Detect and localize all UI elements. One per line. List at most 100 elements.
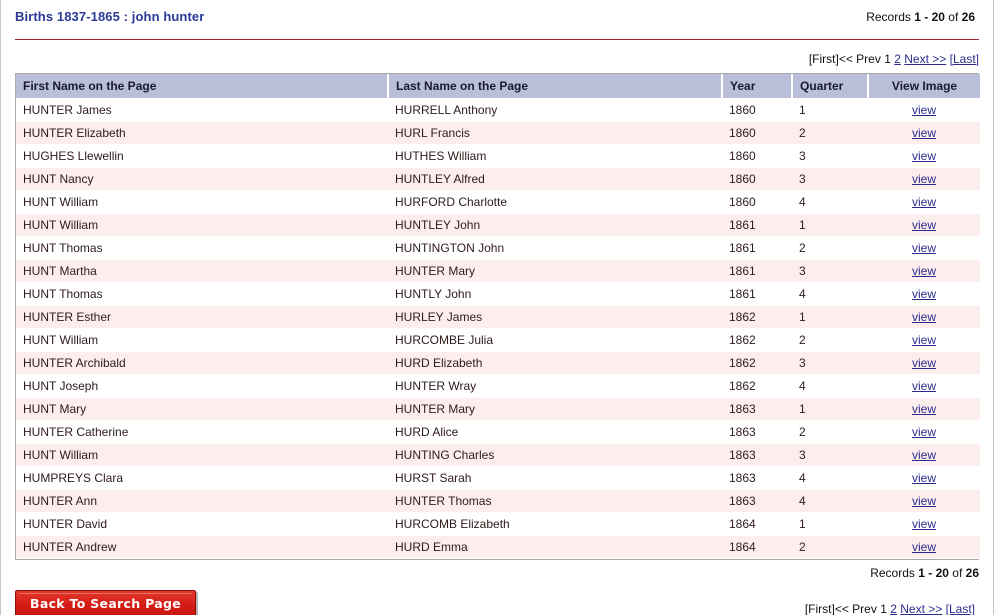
column-header-quarter[interactable]: Quarter bbox=[792, 74, 869, 99]
cell-year: 1864 bbox=[722, 535, 792, 559]
cell-first-name: HUNT Thomas bbox=[16, 236, 388, 260]
view-image-link[interactable]: view bbox=[912, 264, 936, 278]
cell-last-name: HURL Francis bbox=[388, 121, 722, 145]
column-header-year[interactable]: Year bbox=[722, 74, 793, 99]
results-page: Births 1837-1865 : john hunter Records 1… bbox=[0, 0, 994, 615]
results-table-container: First Name on the Page Last Name on the … bbox=[15, 73, 980, 560]
pager-next-bottom[interactable]: Next >> bbox=[900, 602, 942, 615]
view-image-link[interactable]: view bbox=[912, 218, 936, 232]
cell-view-image: view bbox=[868, 489, 980, 513]
view-image-link[interactable]: view bbox=[912, 287, 936, 301]
view-image-link[interactable]: view bbox=[912, 195, 936, 209]
cell-view-image: view bbox=[868, 98, 980, 122]
view-image-link[interactable]: view bbox=[912, 494, 936, 508]
cell-quarter: 1 bbox=[792, 512, 868, 536]
pager-page-2-top[interactable]: 2 bbox=[894, 52, 901, 66]
cell-quarter: 4 bbox=[792, 466, 868, 490]
cell-first-name: HUGHES Llewellin bbox=[16, 144, 388, 168]
cell-year: 1863 bbox=[722, 489, 792, 513]
column-header-first-name[interactable]: First Name on the Page bbox=[16, 74, 389, 99]
view-image-link[interactable]: view bbox=[912, 310, 936, 324]
cell-first-name: HUNTER Andrew bbox=[16, 535, 388, 559]
cell-year: 1861 bbox=[722, 259, 792, 283]
cell-year: 1862 bbox=[722, 351, 792, 375]
table-row: HUNTER Catherine HURD Alice 1863 2 view bbox=[16, 420, 980, 444]
cell-quarter: 4 bbox=[792, 190, 868, 214]
page-title: Births 1837-1865 : john hunter bbox=[15, 9, 205, 24]
view-image-link[interactable]: view bbox=[912, 149, 936, 163]
view-image-link[interactable]: view bbox=[912, 379, 936, 393]
cell-view-image: view bbox=[868, 420, 980, 444]
cell-quarter: 3 bbox=[792, 259, 868, 283]
cell-view-image: view bbox=[868, 259, 980, 283]
cell-first-name: HUNT Nancy bbox=[16, 167, 388, 191]
cell-last-name: HURD Elizabeth bbox=[388, 351, 722, 375]
cell-last-name: HURFORD Charlotte bbox=[388, 190, 722, 214]
view-image-link[interactable]: view bbox=[912, 517, 936, 531]
table-row: HUNT Thomas HUNTLY John 1861 4 view bbox=[16, 282, 980, 306]
table-row: HUNTER James HURRELL Anthony 1860 1 view bbox=[16, 98, 980, 122]
cell-view-image: view bbox=[868, 351, 980, 375]
cell-first-name: HUNTER Elizabeth bbox=[16, 121, 388, 145]
back-to-search-page-button[interactable]: Back To Search Page bbox=[15, 590, 196, 615]
pager-last-top[interactable]: [Last] bbox=[950, 52, 979, 66]
column-header-last-name[interactable]: Last Name on the Page bbox=[388, 74, 723, 99]
table-row: HUNT Martha HUNTER Mary 1861 3 view bbox=[16, 259, 980, 283]
pagination-bottom: [First]<< Prev 1 2 Next >> [Last] bbox=[805, 602, 979, 615]
cell-year: 1860 bbox=[722, 144, 792, 168]
view-image-link[interactable]: view bbox=[912, 402, 936, 416]
cell-view-image: view bbox=[868, 190, 980, 214]
pager-page-2-bottom[interactable]: 2 bbox=[890, 602, 897, 615]
cell-last-name: HUNTER Mary bbox=[388, 259, 722, 283]
table-row: HUNTER Andrew HURD Emma 1864 2 view bbox=[16, 535, 980, 559]
cell-first-name: HUNT William bbox=[16, 328, 388, 352]
table-row: HUNT William HURCOMBE Julia 1862 2 view bbox=[16, 328, 980, 352]
cell-last-name: HURD Emma bbox=[388, 535, 722, 559]
view-image-link[interactable]: view bbox=[912, 540, 936, 554]
cell-last-name: HURD Alice bbox=[388, 420, 722, 444]
cell-view-image: view bbox=[868, 466, 980, 490]
cell-first-name: HUNT William bbox=[16, 213, 388, 237]
view-image-link[interactable]: view bbox=[912, 471, 936, 485]
view-image-link[interactable]: view bbox=[912, 126, 936, 140]
view-image-link[interactable]: view bbox=[912, 356, 936, 370]
view-image-link[interactable]: view bbox=[912, 103, 936, 117]
table-row: HUNTER David HURCOMB Elizabeth 1864 1 view bbox=[16, 512, 980, 536]
view-image-link[interactable]: view bbox=[912, 333, 936, 347]
cell-last-name: HUNTER Mary bbox=[388, 397, 722, 421]
view-image-link[interactable]: view bbox=[912, 448, 936, 462]
cell-view-image: view bbox=[868, 535, 980, 559]
cell-first-name: HUMPREYS Clara bbox=[16, 466, 388, 490]
pager-next-top[interactable]: Next >> bbox=[904, 52, 946, 66]
cell-first-name: HUNTER James bbox=[16, 98, 388, 122]
table-row: HUNT William HURFORD Charlotte 1860 4 view bbox=[16, 190, 980, 214]
cell-year: 1861 bbox=[722, 236, 792, 260]
view-image-link[interactable]: view bbox=[912, 425, 936, 439]
cell-quarter: 2 bbox=[792, 121, 868, 145]
records-range-bottom: 1 - 20 bbox=[918, 566, 949, 580]
cell-first-name: HUNT Thomas bbox=[16, 282, 388, 306]
cell-quarter: 3 bbox=[792, 144, 868, 168]
cell-first-name: HUNT Joseph bbox=[16, 374, 388, 398]
cell-first-name: HUNTER Archibald bbox=[16, 351, 388, 375]
pager-prev-bottom: << Prev bbox=[834, 602, 877, 615]
records-total-top: 26 bbox=[961, 10, 975, 24]
cell-year: 1863 bbox=[722, 420, 792, 444]
cell-quarter: 4 bbox=[792, 489, 868, 513]
records-count-bottom: Records 1 - 20 of 26 bbox=[1, 560, 993, 580]
cell-year: 1860 bbox=[722, 167, 792, 191]
records-of-top: of bbox=[948, 10, 959, 24]
cell-quarter: 2 bbox=[792, 236, 868, 260]
view-image-link[interactable]: view bbox=[912, 172, 936, 186]
records-prefix-top: Records bbox=[866, 10, 911, 24]
cell-view-image: view bbox=[868, 167, 980, 191]
cell-quarter: 3 bbox=[792, 167, 868, 191]
table-header-row: First Name on the Page Last Name on the … bbox=[16, 74, 980, 99]
table-row: HUNTER Esther HURLEY James 1862 1 view bbox=[16, 305, 980, 329]
view-image-link[interactable]: view bbox=[912, 241, 936, 255]
results-table: First Name on the Page Last Name on the … bbox=[16, 74, 980, 559]
cell-view-image: view bbox=[868, 236, 980, 260]
column-header-view-image[interactable]: View Image bbox=[868, 74, 980, 99]
pager-last-bottom[interactable]: [Last] bbox=[946, 602, 975, 615]
cell-year: 1863 bbox=[722, 397, 792, 421]
